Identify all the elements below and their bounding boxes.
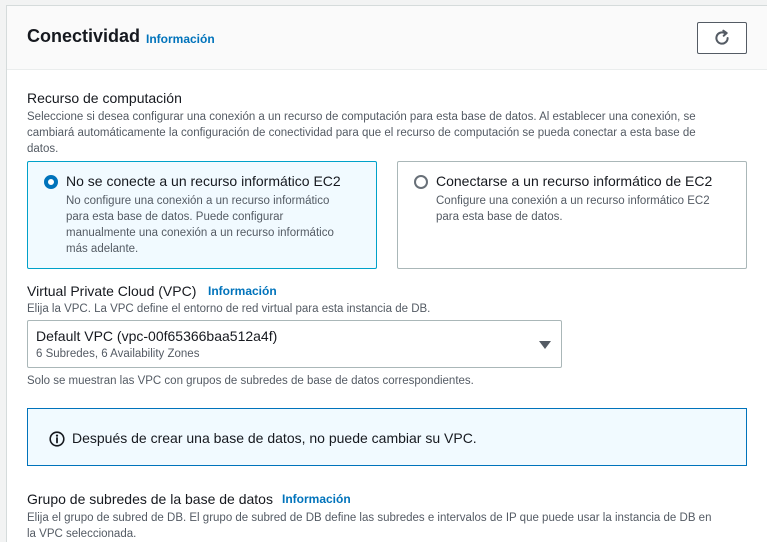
alert-text: Después de crear una base de datos, no p… (72, 430, 477, 446)
radio-selected[interactable] (44, 175, 58, 189)
info-alert: Después de crear una base de datos, no p… (27, 408, 747, 466)
option-description-line: Configure una conexión a un recurso info… (436, 195, 710, 207)
caret-down-icon (539, 341, 551, 349)
compute-description-line: cambiará automáticamente la configuració… (27, 127, 696, 139)
subnet-info-link[interactable]: Información (282, 492, 351, 506)
vpc-label: Virtual Private Cloud (VPC) (27, 283, 197, 299)
vpc-select-value: Default VPC (vpc-00f65366baa512a4f) (36, 328, 278, 344)
connectivity-panel: Conectividad Información Recurso de comp… (6, 5, 767, 542)
option-description-line: para esta base de datos. (436, 211, 563, 223)
option-title: Conectarse a un recurso informático de E… (436, 173, 713, 189)
panel-header: Conectividad Información (7, 6, 767, 70)
compute-description-line: Seleccione si desea configurar una conex… (27, 111, 696, 123)
compute-description: Seleccione si desea configurar una conex… (27, 109, 696, 157)
option-description-line: más adelante. (66, 243, 139, 255)
option-no-connect-ec2[interactable]: No se conecte a un recurso informático E… (27, 161, 377, 269)
option-description: No configure una conexión a un recurso i… (66, 193, 334, 257)
subnet-description-line: la VPC seleccionada. (27, 528, 137, 540)
subnet-description-line: Elija el grupo de subred de DB. El grupo… (27, 512, 712, 524)
option-description: Configure una conexión a un recurso info… (436, 193, 710, 225)
vpc-info-link[interactable]: Información (208, 284, 277, 298)
compute-description-line: datos. (27, 143, 59, 155)
radio-unselected[interactable] (414, 175, 428, 189)
option-description-line: No configure una conexión a un recurso i… (66, 195, 330, 207)
header-info-link[interactable]: Información (146, 32, 215, 46)
option-description-line: manualmente una conexión a un recurso in… (66, 227, 334, 239)
option-title: No se conecte a un recurso informático E… (66, 173, 341, 189)
vpc-hint: Solo se muestran las VPC con grupos de s… (27, 375, 474, 387)
compute-label: Recurso de computación (27, 90, 182, 106)
option-connect-ec2[interactable]: Conectarse a un recurso informático de E… (397, 161, 747, 269)
info-icon (49, 431, 65, 447)
subnet-description: Elija el grupo de subred de DB. El grupo… (27, 510, 711, 542)
option-description-line: para esta base de datos. Puede configura… (66, 211, 284, 223)
panel-title: Conectividad (27, 26, 141, 46)
subnet-label: Grupo de subredes de la base de datos (27, 491, 273, 507)
vpc-select[interactable]: Default VPC (vpc-00f65366baa512a4f) 6 Su… (27, 320, 562, 368)
refresh-icon (715, 29, 729, 45)
refresh-button[interactable] (697, 22, 747, 54)
vpc-select-subtext: 6 Subredes, 6 Availability Zones (36, 348, 200, 360)
vpc-description: Elija la VPC. La VPC define el entorno d… (27, 303, 431, 315)
